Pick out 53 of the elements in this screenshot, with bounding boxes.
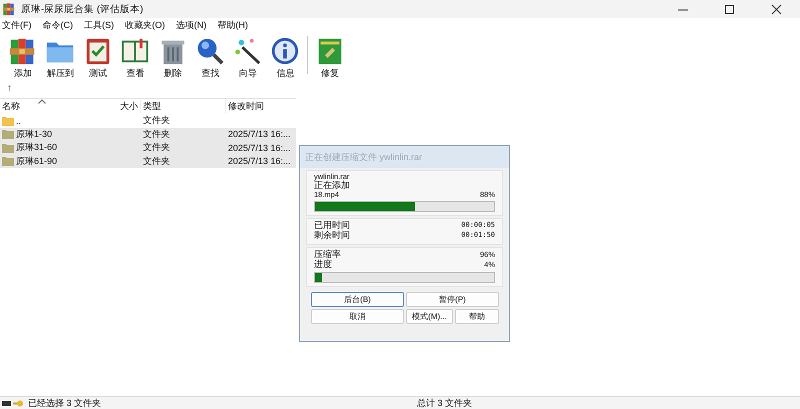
- dialog-button[interactable]: 帮助: [455, 308, 499, 324]
- toolbar-button[interactable]: 测试: [88, 67, 107, 80]
- dialog-button[interactable]: 模式(M)...: [406, 308, 453, 324]
- info-icon[interactable]: [270, 36, 300, 66]
- column-header[interactable]: 名称: [0, 100, 85, 113]
- status-text: 总计 3 文件夹: [417, 396, 472, 409]
- books-icon: [2, 2, 16, 16]
- menu-item[interactable]: 文件(F): [2, 19, 32, 32]
- column-header[interactable]: 类型: [140, 100, 225, 113]
- drive-key-icon: [2, 398, 24, 408]
- window-title: 原琳-屎尿屁合集 (评估版本): [21, 2, 144, 16]
- file-name[interactable]: ..: [16, 116, 22, 126]
- menu-item[interactable]: 收藏夹(O): [125, 19, 165, 32]
- dialog-button[interactable]: 暂停(P): [406, 292, 499, 307]
- toolbar-button[interactable]: 删除: [164, 67, 182, 80]
- dialog-button[interactable]: 后台(B): [311, 292, 404, 307]
- table-cell: 文件夹: [143, 115, 170, 126]
- table-cell: 文件夹: [143, 142, 170, 152]
- search-icon[interactable]: [195, 36, 226, 66]
- toolbar-button[interactable]: 解压到: [46, 67, 74, 80]
- file-name[interactable]: 原琳61-90: [16, 154, 58, 168]
- toolbar-button[interactable]: 添加: [14, 67, 32, 80]
- dialog-title: 正在创建压缩文件 ywlinlin.rar: [300, 146, 509, 168]
- dialog-button[interactable]: 取消: [311, 308, 404, 324]
- toolbar-button[interactable]: 信息: [276, 67, 294, 80]
- column-header[interactable]: 大小: [85, 100, 140, 113]
- file-name[interactable]: 原琳31-60: [16, 141, 58, 154]
- table-cell: 文件夹: [143, 156, 170, 166]
- menu-item[interactable]: 命令(C): [42, 19, 73, 32]
- up-button[interactable]: ↑: [7, 82, 12, 94]
- maximize-icon[interactable]: [723, 4, 736, 14]
- toolbar-button[interactable]: 修复: [320, 67, 339, 80]
- close-icon[interactable]: [770, 4, 783, 14]
- table-cell: 2025/7/13 16:...: [228, 156, 291, 166]
- ratio-label: 压缩率: [314, 250, 341, 260]
- toolbar-button[interactable]: 向导: [238, 67, 257, 80]
- status-text: 已经选择 3 文件夹: [28, 396, 102, 409]
- toolbar-button[interactable]: 查找: [201, 67, 220, 80]
- time-label: 剩余时间: [314, 231, 350, 242]
- progress-label: 进度: [314, 260, 332, 270]
- menu-item[interactable]: 帮助(H): [218, 19, 248, 32]
- sort-caret-icon: [38, 99, 46, 104]
- menu-item[interactable]: 选项(N): [176, 19, 206, 32]
- status-text: 正在添加: [314, 181, 351, 192]
- column-header[interactable]: 修改时间: [225, 100, 295, 113]
- table-cell: 2025/7/13 16:...: [228, 142, 291, 153]
- toolbar-button[interactable]: 查看: [126, 67, 144, 80]
- wand-icon[interactable]: [232, 36, 263, 66]
- file-name[interactable]: 原琳1-30: [16, 128, 52, 141]
- table-cell: 2025/7/13 16:...: [228, 129, 291, 140]
- table-cell: 文件夹: [143, 128, 170, 139]
- menu-item[interactable]: 工具(S): [84, 19, 114, 32]
- time-label: 已用时间: [314, 221, 350, 230]
